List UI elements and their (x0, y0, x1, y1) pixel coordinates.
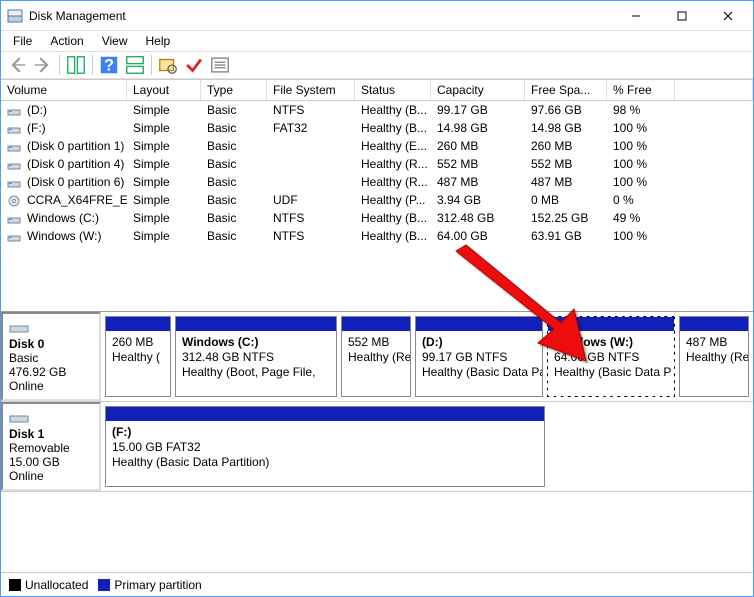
drive-icon (7, 213, 23, 225)
properties-button[interactable] (208, 53, 232, 77)
partition-stripe (342, 317, 410, 331)
disk-icon (9, 320, 29, 334)
minimize-button[interactable] (613, 1, 659, 31)
partition[interactable]: 487 MBHealthy (Re (679, 316, 749, 397)
menu-help[interactable]: Help (138, 32, 179, 50)
col-type[interactable]: Type (201, 80, 267, 100)
disk-row: Disk 1Removable15.00 GBOnline(F:)15.00 G… (1, 402, 753, 492)
disk-row: Disk 0Basic476.92 GBOnline260 MBHealthy … (1, 312, 753, 402)
swatch-blue-icon (98, 579, 110, 591)
disk-map: Disk 0Basic476.92 GBOnline260 MBHealthy … (1, 311, 753, 492)
maximize-button[interactable] (659, 1, 705, 31)
partition[interactable]: (D:)99.17 GB NTFSHealthy (Basic Data Pa (415, 316, 543, 397)
col-filesystem[interactable]: File System (267, 80, 355, 100)
partition[interactable]: Windows (W:)64.00 GB NTFSHealthy (Basic … (547, 316, 675, 397)
menu-file[interactable]: File (5, 32, 40, 50)
toolbar-separator (151, 55, 152, 75)
swatch-black-icon (9, 579, 21, 591)
view-list-button[interactable] (64, 53, 88, 77)
disk-icon (9, 410, 29, 424)
drive-icon (7, 177, 23, 189)
apply-button[interactable] (182, 53, 206, 77)
menu-action[interactable]: Action (42, 32, 91, 50)
close-button[interactable] (705, 1, 751, 31)
svg-text:?: ? (104, 57, 114, 75)
drive-icon (7, 123, 23, 135)
toolbar-separator (92, 55, 93, 75)
back-button[interactable] (5, 53, 29, 77)
view-graphical-button[interactable] (123, 53, 147, 77)
volume-row[interactable]: Windows (W:)SimpleBasicNTFSHealthy (B...… (1, 227, 753, 245)
volume-row[interactable]: Windows (C:)SimpleBasicNTFSHealthy (B...… (1, 209, 753, 227)
legend-unallocated: Unallocated (9, 578, 88, 592)
volume-list-header: Volume Layout Type File System Status Ca… (1, 79, 753, 101)
col-status[interactable]: Status (355, 80, 431, 100)
partition-stripe (106, 317, 170, 331)
drive-icon (7, 159, 23, 171)
volume-row[interactable]: (Disk 0 partition 6)SimpleBasicHealthy (… (1, 173, 753, 191)
menubar: File Action View Help (1, 31, 753, 51)
partition-stripe (548, 317, 674, 331)
volume-row[interactable]: (F:)SimpleBasicFAT32Healthy (B...14.98 G… (1, 119, 753, 137)
legend-primary: Primary partition (98, 578, 201, 592)
volume-row[interactable]: (D:)SimpleBasicNTFSHealthy (B...99.17 GB… (1, 101, 753, 119)
disk-label[interactable]: Disk 0Basic476.92 GBOnline (1, 312, 101, 401)
partition-stripe (416, 317, 542, 331)
partition-stripe (176, 317, 336, 331)
disk-partitions: 260 MBHealthy (Windows (C:)312.48 GB NTF… (101, 312, 753, 401)
window-title: Disk Management (29, 9, 613, 23)
window-titlebar: Disk Management (1, 1, 753, 31)
forward-button[interactable] (31, 53, 55, 77)
col-capacity[interactable]: Capacity (431, 80, 525, 100)
col-layout[interactable]: Layout (127, 80, 201, 100)
legend: Unallocated Primary partition (1, 572, 753, 596)
partition[interactable]: (F:)15.00 GB FAT32Healthy (Basic Data Pa… (105, 406, 545, 487)
volume-row[interactable]: (Disk 0 partition 4)SimpleBasicHealthy (… (1, 155, 753, 173)
disk-management-icon (7, 8, 23, 24)
settings-button[interactable] (156, 53, 180, 77)
partition[interactable]: 260 MBHealthy ( (105, 316, 171, 397)
drive-icon (7, 195, 23, 207)
partition-stripe (680, 317, 748, 331)
partition[interactable]: 552 MBHealthy (Re (341, 316, 411, 397)
partition-stripe (106, 407, 544, 421)
col-freespace[interactable]: Free Spa... (525, 80, 607, 100)
help-button[interactable]: ? (97, 53, 121, 77)
col-pctfree[interactable]: % Free (607, 80, 675, 100)
partition[interactable]: Windows (C:)312.48 GB NTFSHealthy (Boot,… (175, 316, 337, 397)
drive-icon (7, 105, 23, 117)
volume-row[interactable]: (Disk 0 partition 1)SimpleBasicHealthy (… (1, 137, 753, 155)
drive-icon (7, 231, 23, 243)
drive-icon (7, 141, 23, 153)
volume-list[interactable]: (D:)SimpleBasicNTFSHealthy (B...99.17 GB… (1, 101, 753, 311)
toolbar-separator (59, 55, 60, 75)
toolbar: ? (1, 51, 753, 79)
col-volume[interactable]: Volume (1, 80, 127, 100)
menu-view[interactable]: View (94, 32, 136, 50)
col-spacer (675, 80, 753, 100)
volume-row[interactable]: CCRA_X64FRE_EN...SimpleBasicUDFHealthy (… (1, 191, 753, 209)
disk-label[interactable]: Disk 1Removable15.00 GBOnline (1, 402, 101, 491)
disk-partitions: (F:)15.00 GB FAT32Healthy (Basic Data Pa… (101, 402, 753, 491)
